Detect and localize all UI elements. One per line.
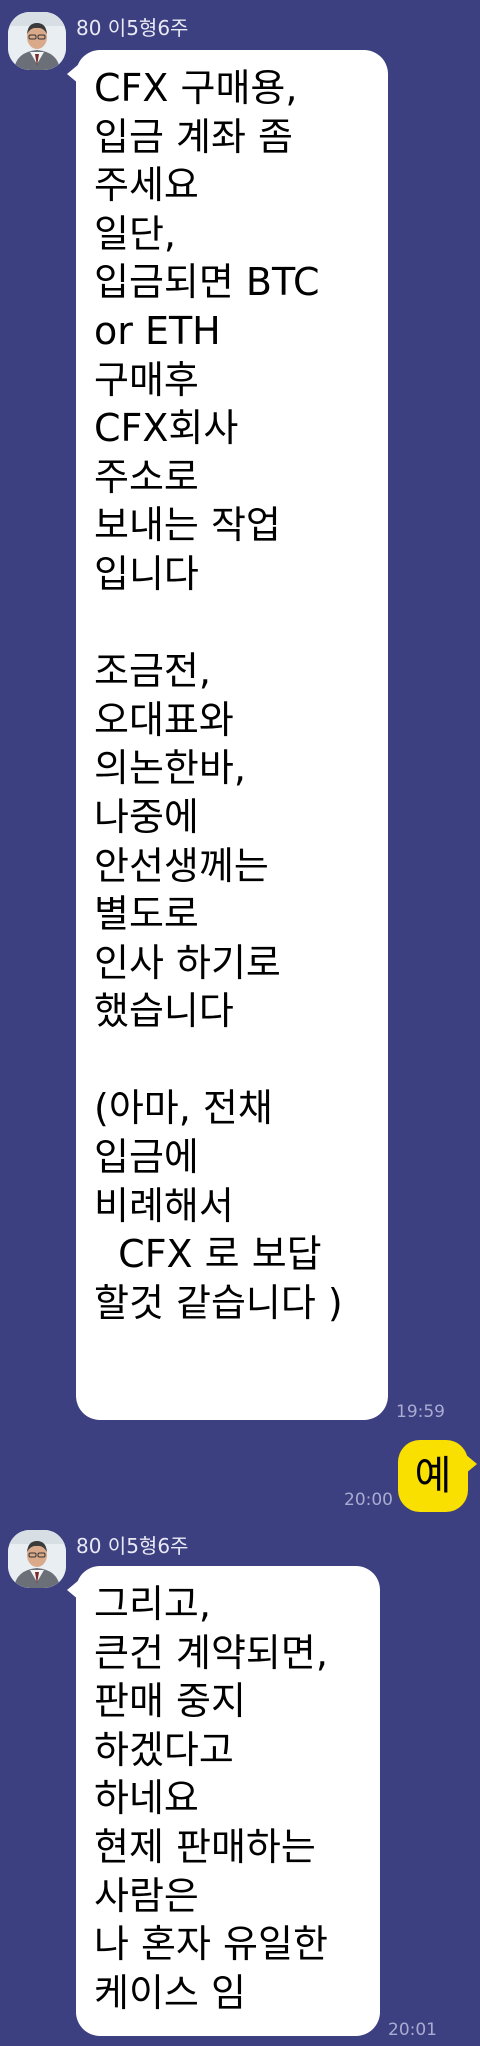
avatar[interactable] xyxy=(8,1530,66,1588)
message-bubble[interactable]: CFX 구매용, 입금 계좌 좀 주세요 일단, 입금되면 BTC or ETH… xyxy=(67,50,388,1420)
avatar[interactable] xyxy=(8,12,66,70)
sender-name: 80 이5형6주 xyxy=(76,16,189,40)
sender-name: 80 이5형6주 xyxy=(76,1534,189,1558)
message-bubble-outgoing[interactable]: 예 xyxy=(398,1440,477,1512)
message-bubble[interactable]: 그리고, 큰건 계약되면, 판매 중지 하겠다고 하네요 현제 판매하는 사람은… xyxy=(67,1566,380,2036)
message-time: 20:01 xyxy=(388,2020,437,2040)
message-time: 19:59 xyxy=(396,1402,445,1422)
message-time: 20:00 xyxy=(344,1490,393,1510)
